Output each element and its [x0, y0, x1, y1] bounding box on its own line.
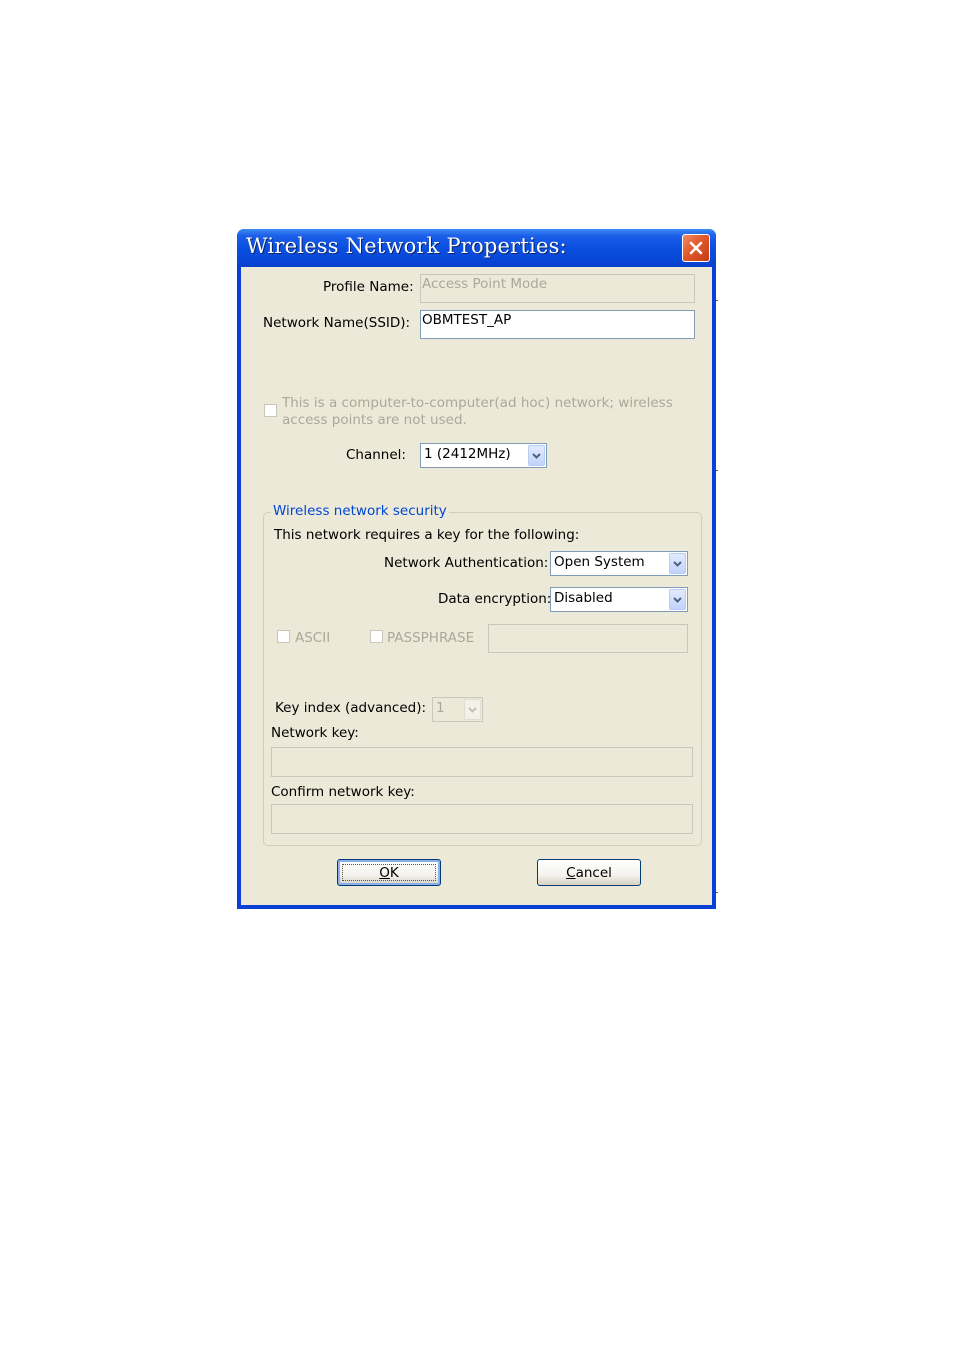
chevron-down-icon	[532, 452, 541, 459]
wireless-network-properties-dialog: Wireless Network Properties: Profile Nam…	[237, 229, 716, 909]
security-group-legend: Wireless network security	[271, 503, 449, 519]
chevron-down-icon	[673, 596, 682, 603]
cancel-button[interactable]: Cancel	[537, 859, 641, 886]
data-encryption-label: Data encryption:	[438, 591, 552, 607]
ascii-label: ASCII	[295, 630, 331, 646]
data-encryption-value: Disabled	[554, 590, 613, 606]
network-authentication-value: Open System	[554, 554, 645, 570]
confirm-network-key-label: Confirm network key:	[271, 784, 415, 800]
frame-tick	[716, 470, 718, 471]
chevron-down-icon	[468, 706, 477, 713]
passphrase-label: PASSPHRASE	[387, 630, 475, 646]
channel-label: Channel:	[346, 447, 406, 463]
key-index-dropdown-button[interactable]	[464, 699, 481, 720]
close-button[interactable]	[682, 234, 710, 262]
title-bar[interactable]: Wireless Network Properties:	[237, 229, 716, 267]
adhoc-checkbox[interactable]	[264, 404, 277, 417]
key-index-value: 1	[436, 700, 445, 716]
frame-tick	[716, 892, 718, 893]
dialog-body: Profile Name: Access Point Mode Network …	[241, 267, 712, 905]
key-index-label: Key index (advanced):	[275, 700, 427, 716]
adhoc-label-line1: This is a computer-to-computer(ad hoc) n…	[282, 395, 673, 411]
close-icon	[689, 241, 703, 255]
profile-name-label: Profile Name:	[323, 279, 414, 295]
network-key-input[interactable]	[271, 747, 693, 777]
confirm-network-key-input[interactable]	[271, 804, 693, 834]
dialog-title: Wireless Network Properties:	[246, 234, 567, 258]
frame-tick	[716, 300, 718, 301]
channel-dropdown-button[interactable]	[528, 445, 545, 466]
adhoc-label-line2: access points are not used.	[282, 412, 467, 428]
passphrase-checkbox[interactable]	[370, 630, 383, 643]
profile-name-field: Access Point Mode	[420, 274, 695, 303]
channel-select[interactable]: 1 (2412MHz)	[420, 443, 547, 468]
channel-value: 1 (2412MHz)	[424, 446, 511, 462]
focus-rectangle	[342, 864, 436, 881]
cancel-label: Cancel	[566, 864, 612, 881]
ssid-label: Network Name(SSID):	[263, 315, 411, 331]
data-encryption-dropdown-button[interactable]	[669, 589, 686, 610]
ssid-input[interactable]: OBMTEST_AP	[420, 310, 695, 339]
ascii-checkbox[interactable]	[277, 630, 290, 643]
passphrase-input[interactable]	[488, 624, 688, 653]
chevron-down-icon	[673, 560, 682, 567]
data-encryption-select[interactable]: Disabled	[550, 587, 688, 612]
network-key-label: Network key:	[271, 725, 359, 741]
network-authentication-label: Network Authentication:	[384, 555, 549, 571]
security-intro: This network requires a key for the foll…	[274, 527, 580, 543]
key-index-select[interactable]: 1	[432, 697, 483, 722]
network-authentication-select[interactable]: Open System	[550, 551, 688, 576]
network-authentication-dropdown-button[interactable]	[669, 553, 686, 574]
ok-button[interactable]: OK	[337, 859, 441, 886]
